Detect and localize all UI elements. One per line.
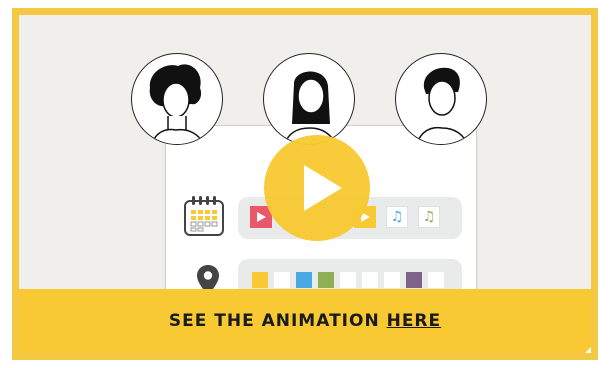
tile [296,272,312,288]
play-icon [304,165,342,211]
music-note-icon: ♫ [422,209,436,225]
person-icon [283,71,336,144]
tile [252,272,268,288]
cta-link[interactable]: HERE [387,311,442,331]
music-tile: ♫ [386,206,408,228]
music-tile: ♫ [418,206,440,228]
person-icon [415,67,468,144]
cta-banner[interactable]: SEE THE ANIMATION HERE [19,289,591,353]
promo-frame: ♫ ♫ SEE THE ANIMATION HERE [12,8,598,360]
tile [406,272,422,288]
folded-corner [577,339,591,353]
cta-text: SEE THE ANIMATION HERE [169,311,441,331]
tile [318,272,334,288]
tile [274,272,290,288]
tile [362,272,378,288]
video-play-icon [257,212,266,222]
play-button[interactable] [264,135,370,241]
avatar-center [263,53,355,145]
tile [340,272,356,288]
tile [384,272,400,288]
music-note-icon: ♫ [390,209,404,225]
illustration: ♫ ♫ [19,15,591,327]
avatar-left [131,53,223,145]
calendar-icon [184,196,224,236]
tile [428,272,444,288]
avatar-right [395,53,487,145]
person-icon [149,64,204,144]
cta-lead: SEE THE ANIMATION [168,311,380,331]
